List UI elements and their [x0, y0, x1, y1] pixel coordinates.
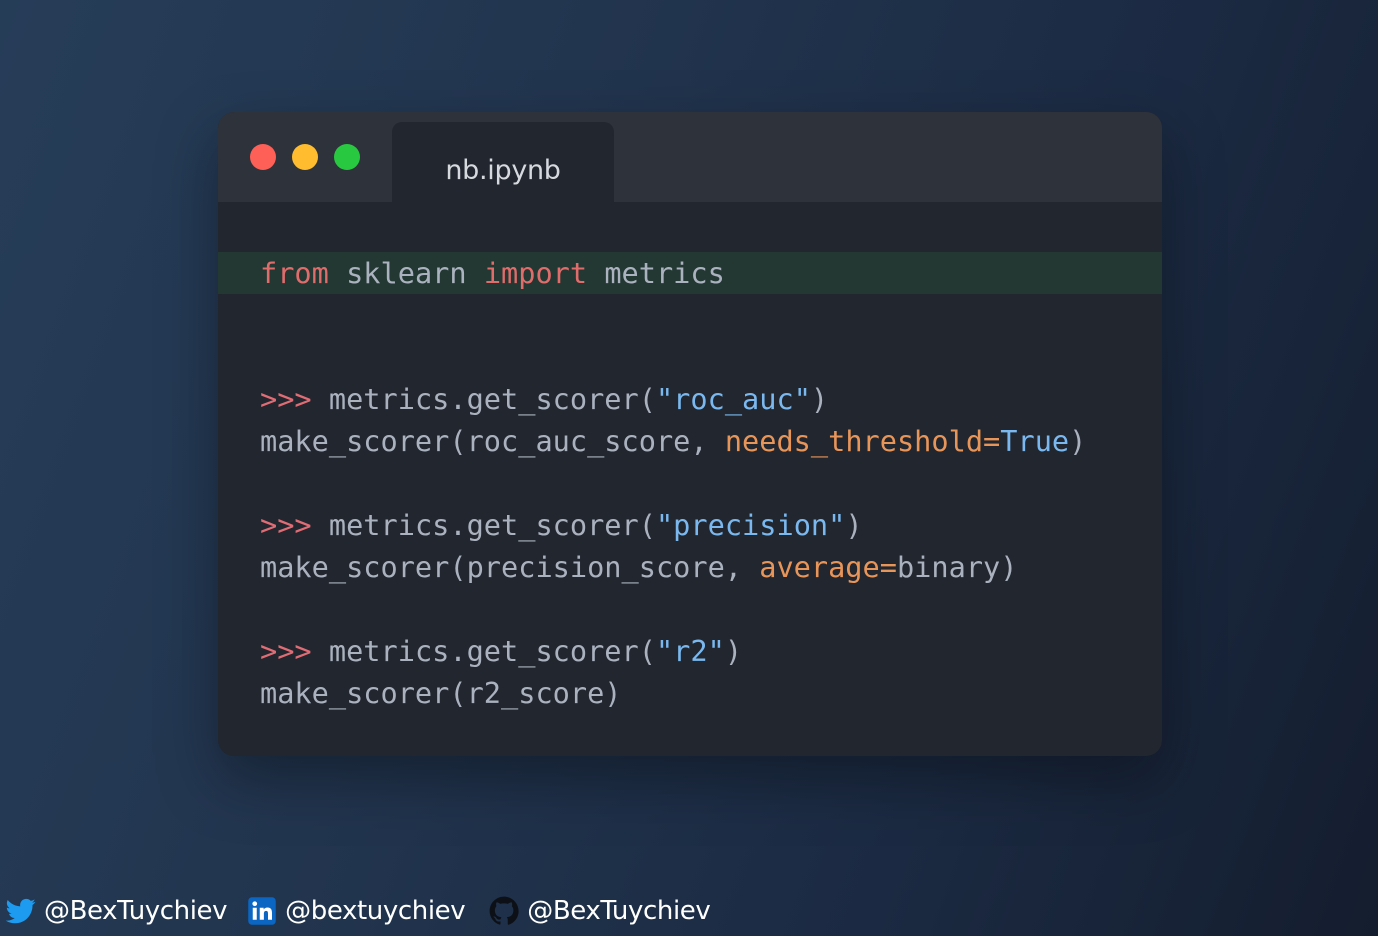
call-end: ): [810, 382, 829, 416]
linkedin-handle: @bextuychiev: [285, 896, 466, 926]
github-link[interactable]: @BexTuychiev: [485, 896, 711, 926]
string-arg: "roc_auc": [655, 382, 811, 416]
output-text: make_scorer(roc_auc_score,: [260, 424, 725, 458]
title-bar: nb.ipynb: [218, 112, 1162, 202]
repl-prompt: >>>: [260, 382, 312, 416]
output-end: ): [1069, 424, 1087, 458]
twitter-link[interactable]: @BexTuychiev: [6, 896, 228, 926]
linkedin-link[interactable]: @bextuychiev: [247, 896, 466, 926]
module-name: sklearn: [328, 256, 484, 290]
github-handle: @BexTuychiev: [527, 896, 711, 926]
code-window: nb.ipynb from sklearn import metrics >>>…: [218, 112, 1162, 756]
string-arg: "precision": [655, 508, 846, 542]
code-line-input-3: >>> metrics.get_scorer("r2"): [260, 630, 742, 672]
maximize-button[interactable]: [334, 144, 360, 170]
github-icon: [489, 896, 519, 926]
tab-filename: nb.ipynb: [445, 155, 561, 186]
minimize-button[interactable]: [292, 144, 318, 170]
param-name: needs_threshold: [724, 424, 984, 458]
social-footer: @BexTuychiev @bextuychiev @BexTuychiev: [6, 891, 730, 931]
output-end: ): [1000, 550, 1018, 584]
call-end: ): [724, 634, 743, 668]
call-end: ): [845, 508, 863, 542]
call-text: metrics.get_scorer(: [311, 382, 656, 416]
string-arg: "r2": [655, 634, 725, 668]
repl-prompt: >>>: [260, 508, 312, 542]
tab-file[interactable]: nb.ipynb: [392, 122, 614, 202]
code-line-input-1: >>> metrics.get_scorer("roc_auc"): [260, 378, 828, 420]
repl-prompt: >>>: [260, 634, 312, 668]
output-text: make_scorer(r2_score): [260, 676, 622, 710]
param-equals: =: [879, 550, 897, 584]
call-text: metrics.get_scorer(: [311, 634, 656, 668]
code-line-output-3: make_scorer(r2_score): [260, 672, 622, 714]
import-name: metrics: [587, 256, 725, 290]
code-line-import: from sklearn import metrics: [260, 252, 725, 294]
keyword-import: import: [483, 256, 588, 290]
twitter-handle: @BexTuychiev: [44, 896, 228, 926]
linkedin-icon: [247, 896, 277, 926]
param-equals: =: [983, 424, 1001, 458]
close-button[interactable]: [250, 144, 276, 170]
code-line-output-2: make_scorer(precision_score, average=bin…: [260, 546, 1017, 588]
twitter-bird-icon: [6, 896, 36, 926]
param-name: average: [759, 550, 880, 584]
code-line-output-1: make_scorer(roc_auc_score, needs_thresho…: [260, 420, 1086, 462]
param-value: binary: [896, 550, 1001, 584]
output-text: make_scorer(precision_score,: [260, 550, 760, 584]
call-text: metrics.get_scorer(: [311, 508, 656, 542]
code-line-input-2: >>> metrics.get_scorer("precision"): [260, 504, 863, 546]
param-value: True: [1000, 424, 1070, 458]
keyword-from: from: [260, 256, 329, 290]
